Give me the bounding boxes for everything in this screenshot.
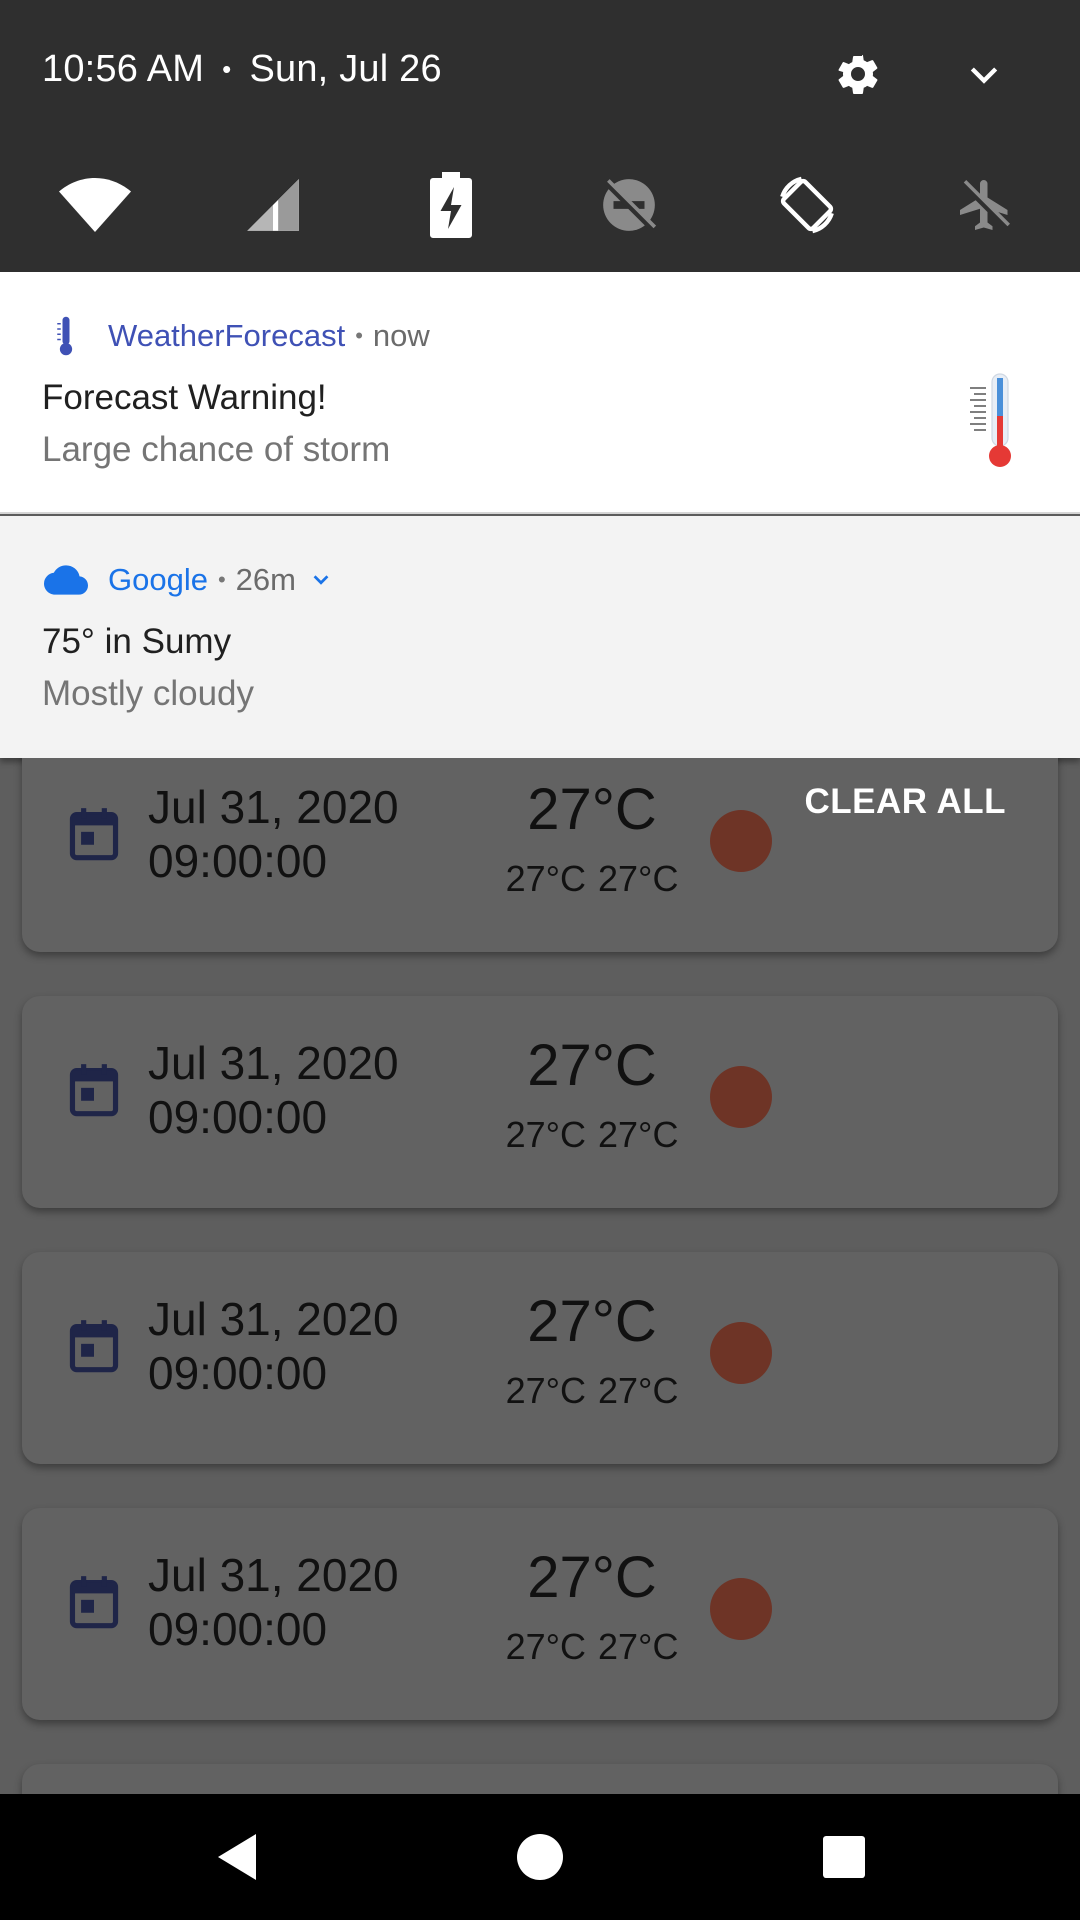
temperature-range: 27°C 27°C bbox=[462, 858, 722, 900]
temp-min: 27°C bbox=[505, 1626, 586, 1667]
clear-all-button[interactable]: CLEAR ALL bbox=[804, 782, 1006, 822]
notification-time: 26m bbox=[235, 562, 296, 597]
temp-min: 27°C bbox=[505, 1114, 586, 1155]
separator: • bbox=[355, 323, 363, 348]
weather-indicator bbox=[710, 1066, 772, 1128]
separator: • bbox=[222, 54, 232, 84]
back-icon[interactable] bbox=[200, 1821, 272, 1893]
temperature: 27°C bbox=[527, 1545, 657, 1610]
notification-text: Large chance of storm bbox=[42, 430, 391, 469]
time-text: 09:00:00 bbox=[148, 1603, 328, 1655]
quick-settings-row bbox=[0, 160, 1080, 250]
calendar-icon bbox=[69, 1320, 119, 1373]
temp-max: 27°C bbox=[598, 858, 679, 899]
expand-chevron-icon[interactable] bbox=[310, 569, 332, 591]
app-name: Google bbox=[108, 562, 208, 597]
time-text: 09:00:00 bbox=[148, 835, 328, 887]
wifi-icon[interactable] bbox=[50, 160, 140, 250]
temperature-range: 27°C 27°C bbox=[462, 1370, 722, 1412]
collapse-chevron-icon[interactable] bbox=[954, 44, 1014, 104]
temperature-range: 27°C 27°C bbox=[462, 1114, 722, 1156]
date: Sun, Jul 26 bbox=[249, 48, 442, 90]
calendar-icon bbox=[69, 1576, 119, 1629]
temp-min: 27°C bbox=[505, 1370, 586, 1411]
weather-indicator bbox=[710, 810, 772, 872]
forecast-card-partial[interactable] bbox=[22, 1764, 1058, 1794]
temp-max: 27°C bbox=[598, 1626, 679, 1667]
temperature: 27°C bbox=[527, 1033, 657, 1098]
forecast-date: Jul 31, 2020 09:00:00 bbox=[148, 1036, 399, 1144]
forecast-card[interactable]: Jul 31, 2020 09:00:00 27°C 27°C 27°C CLEA… bbox=[22, 758, 1058, 952]
forecast-date: Jul 31, 2020 09:00:00 bbox=[148, 1548, 399, 1656]
recents-icon[interactable] bbox=[808, 1821, 880, 1893]
clock-date: 10:56 AM • Sun, Jul 26 bbox=[42, 48, 442, 91]
notification-google[interactable]: Google • 26m 75° in Sumy Mostly cloudy bbox=[0, 516, 1080, 758]
notification-text: Mostly cloudy bbox=[42, 674, 255, 713]
temp-max: 27°C bbox=[598, 1370, 679, 1411]
settings-gear-icon[interactable] bbox=[828, 44, 888, 104]
temperature: 27°C bbox=[527, 777, 657, 842]
home-icon[interactable] bbox=[504, 1821, 576, 1893]
thermometer-icon bbox=[958, 372, 1018, 472]
app-name: WeatherForecast bbox=[108, 318, 346, 353]
temp-min: 27°C bbox=[505, 858, 586, 899]
time-text: 09:00:00 bbox=[148, 1091, 328, 1143]
temp-max: 27°C bbox=[598, 1114, 679, 1155]
battery-charging-icon[interactable] bbox=[406, 160, 496, 250]
temperature-range: 27°C 27°C bbox=[462, 1626, 722, 1668]
clock: 10:56 AM bbox=[42, 48, 205, 90]
notification-time: now bbox=[372, 318, 430, 353]
calendar-icon bbox=[69, 808, 119, 861]
forecast-card[interactable]: Jul 31, 2020 09:00:00 27°C 27°C 27°C bbox=[22, 996, 1058, 1208]
cloud-icon bbox=[42, 558, 90, 602]
airplane-mode-icon[interactable] bbox=[940, 160, 1030, 250]
notification-header: WeatherForecast • now bbox=[42, 314, 430, 358]
date-text: Jul 31, 2020 bbox=[148, 781, 399, 833]
temperature: 27°C bbox=[527, 1289, 657, 1354]
notification-header: Google • 26m bbox=[42, 558, 332, 602]
forecast-date: Jul 31, 2020 09:00:00 bbox=[148, 1292, 399, 1400]
do-not-disturb-icon[interactable] bbox=[584, 160, 674, 250]
forecast-date: Jul 31, 2020 09:00:00 bbox=[148, 780, 399, 888]
date-text: Jul 31, 2020 bbox=[148, 1549, 399, 1601]
separator: • bbox=[217, 567, 226, 592]
date-text: Jul 31, 2020 bbox=[148, 1037, 399, 1089]
notification-weatherforecast[interactable]: WeatherForecast • now Forecast Warning! … bbox=[0, 272, 1080, 514]
notification-title: Forecast Warning! bbox=[42, 378, 327, 417]
auto-rotate-icon[interactable] bbox=[762, 160, 852, 250]
notification-shade: 10:56 AM • Sun, Jul 26 bbox=[0, 0, 1080, 272]
notification-title: 75° in Sumy bbox=[42, 622, 232, 661]
navigation-bar bbox=[0, 1794, 1080, 1920]
weather-indicator bbox=[710, 1578, 772, 1640]
thermometer-small-icon bbox=[42, 314, 90, 358]
cellular-signal-icon[interactable] bbox=[228, 160, 318, 250]
forecast-card[interactable]: Jul 31, 2020 09:00:00 27°C 27°C 27°C bbox=[22, 1508, 1058, 1720]
weather-indicator bbox=[710, 1322, 772, 1384]
shade-header: 10:56 AM • Sun, Jul 26 bbox=[0, 0, 1080, 140]
date-text: Jul 31, 2020 bbox=[148, 1293, 399, 1345]
forecast-list: Jul 31, 2020 09:00:00 27°C 27°C 27°C CLEA… bbox=[0, 758, 1080, 1794]
calendar-icon bbox=[69, 1064, 119, 1117]
forecast-card[interactable]: Jul 31, 2020 09:00:00 27°C 27°C 27°C bbox=[22, 1252, 1058, 1464]
time-text: 09:00:00 bbox=[148, 1347, 328, 1399]
